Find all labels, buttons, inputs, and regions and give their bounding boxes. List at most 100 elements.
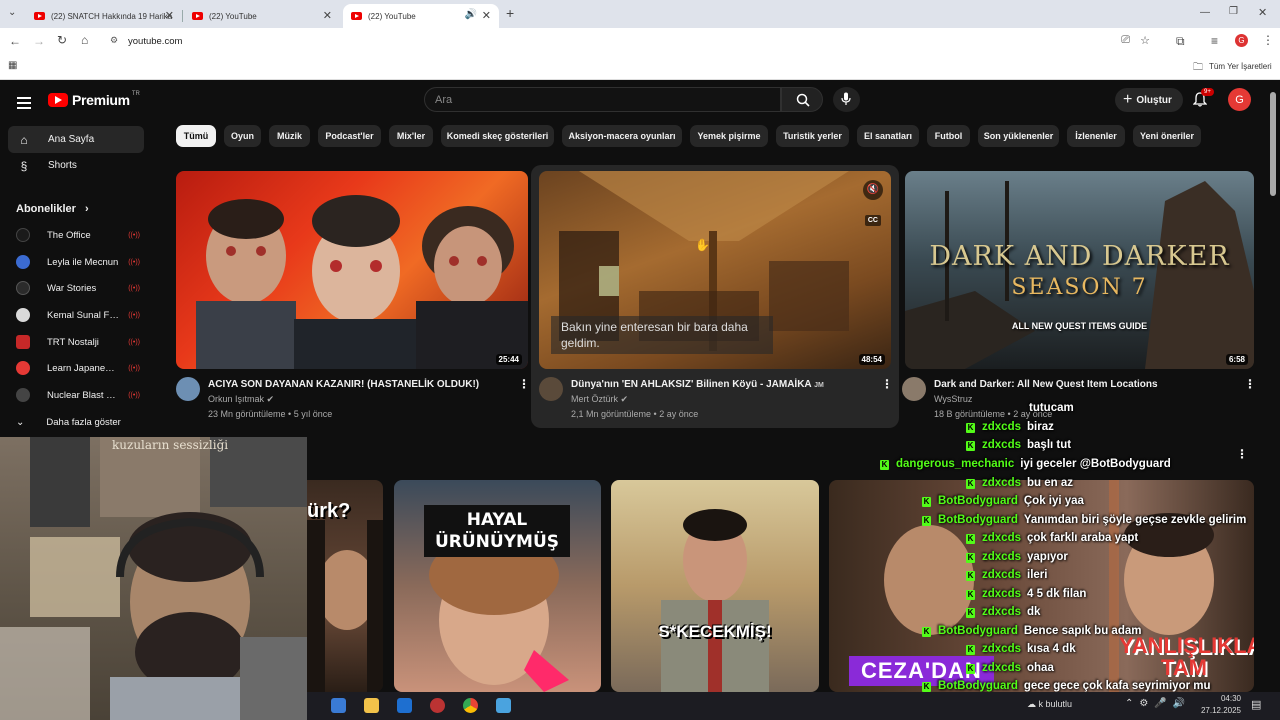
cast-icon[interactable]: ⎚ <box>1121 34 1130 47</box>
notification-center-icon[interactable]: ▤ <box>1251 698 1261 711</box>
mute-toggle-icon[interactable]: 🔇 <box>863 180 883 200</box>
video-thumbnail[interactable]: 25:44 <box>176 171 528 369</box>
tab-search-chevron-icon[interactable]: ⌄ <box>8 7 16 18</box>
close-tab-icon[interactable]: ✕ <box>165 9 174 22</box>
chip-action-adventure-games[interactable]: Aksiyon-macera oyunları <box>562 125 682 147</box>
search-icon <box>796 93 810 107</box>
browser-tab-2[interactable]: (22) YouTube ✕ <box>184 4 340 28</box>
reload-icon[interactable]: ↻ <box>57 33 67 47</box>
home-icon[interactable]: ⌂ <box>81 33 88 47</box>
chip-football[interactable]: Futbol <box>927 125 970 147</box>
all-bookmarks-link[interactable]: Tüm Yer İşaretleri <box>1209 62 1272 71</box>
closed-captions-button[interactable]: CC <box>864 215 881 226</box>
search-input[interactable] <box>425 88 780 111</box>
browser-tab-1[interactable]: (22) SNATCH Hakkında 19 Harika ✕ <box>26 4 183 28</box>
video-channel[interactable]: Orkun Işıtmak ✔ <box>208 394 274 405</box>
menu-hamburger-icon[interactable] <box>17 94 31 112</box>
sidebar-subscription-war-stories[interactable]: War Stories ((•)) <box>16 277 148 299</box>
chip-recently-uploaded[interactable]: Son yüklenenler <box>978 125 1059 147</box>
notifications-button[interactable]: 9+ <box>1192 88 1214 112</box>
chip-comedy-sketches[interactable]: Komedi skeç gösterileri <box>441 125 554 147</box>
search-button[interactable] <box>781 87 823 112</box>
outlook-app-icon[interactable] <box>397 698 412 713</box>
poster-text: kuzuların sessizliği <box>112 438 229 452</box>
chip-cooking[interactable]: Yemek pişirme <box>690 125 768 147</box>
short-thumbnail[interactable]: S*KECEKMİŞ! <box>611 480 819 692</box>
channel-avatar[interactable] <box>539 377 563 401</box>
browser-tab-3-active[interactable]: (22) YouTube 🔊 ✕ <box>343 4 499 28</box>
address-bar[interactable]: ⚙ youtube.com ⎚ ☆ <box>100 31 1160 53</box>
close-window-icon[interactable]: ✕ <box>1258 6 1267 19</box>
shorts-more-actions-icon[interactable]: ⋮ <box>1236 447 1248 461</box>
site-info-icon[interactable]: ⚙ <box>110 35 118 46</box>
voice-search-button[interactable] <box>833 87 860 112</box>
channel-avatar[interactable] <box>902 377 926 401</box>
sidebar-show-more[interactable]: ⌄ Daha fazla göster <box>16 411 148 433</box>
close-tab-icon[interactable]: ✕ <box>482 9 491 22</box>
video-title[interactable]: ACIYA SON DAYANAN KAZANIR! (HASTANELİK O… <box>208 379 479 390</box>
extensions-icon[interactable]: ⧉ <box>1176 34 1185 49</box>
file-explorer-icon[interactable] <box>364 698 379 713</box>
store-app-icon[interactable] <box>331 698 346 713</box>
restore-icon[interactable]: ❐ <box>1229 6 1238 17</box>
sidebar-subscription-leyla-ile-mecnun[interactable]: Leyla ile Mecnun ((•)) <box>16 251 148 273</box>
more-actions-icon[interactable]: ⋮ <box>518 377 530 391</box>
sidebar-subscription-trt-nostalji[interactable]: TRT Nostalji ((•)) <box>16 331 148 353</box>
chip-podcasts[interactable]: Podcast'ler <box>318 125 381 147</box>
clock-time[interactable]: 04:30 <box>1215 694 1241 703</box>
apps-grid-icon[interactable]: ▦ <box>8 60 17 71</box>
page-scrollbar-thumb[interactable] <box>1270 92 1276 196</box>
chip-crafts[interactable]: El sanatları <box>857 125 919 147</box>
chip-new-to-you[interactable]: Yeni öneriler <box>1133 125 1201 147</box>
more-actions-icon[interactable]: ⋮ <box>1244 377 1256 391</box>
clock-date[interactable]: 27.12.2025 <box>1195 706 1241 715</box>
streamer-webcam: kuzuların sessizliği <box>0 437 307 720</box>
video-thumbnail[interactable]: DARK AND DARKER SEASON 7 ALL NEW QUEST I… <box>905 171 1254 369</box>
more-actions-icon[interactable]: ⋮ <box>881 377 893 391</box>
video-title[interactable]: Dünya'nın 'EN AHLAKSIZ' Bilinen Köyü - J… <box>571 379 824 390</box>
chip-tourist-places[interactable]: Turistik yerler <box>776 125 849 147</box>
chat-message: Kzdxcds bu en az <box>966 477 1073 489</box>
weather-widget[interactable]: ☁ k bulutlu <box>1027 699 1072 710</box>
sidebar-subscription-nuclear-blast[interactable]: Nuclear Blast Re... ((•)) <box>16 384 148 406</box>
sidebar-item-home[interactable]: ⌂ Ana Sayfa <box>8 126 144 153</box>
chip-music[interactable]: Müzik <box>269 125 310 147</box>
sidebar-subscription-learn-japanese[interactable]: Learn Japanese ... ((•)) <box>16 357 148 379</box>
subscriptions-heading[interactable]: Abonelikler › <box>16 203 89 215</box>
sidebar-subscription-the-office[interactable]: The Office ((•)) <box>16 224 148 246</box>
obs-app-icon[interactable] <box>430 698 445 713</box>
chip-mixes[interactable]: Mix'ler <box>389 125 433 147</box>
sidebar-item-shorts[interactable]: § Shorts <box>8 152 144 179</box>
chip-gaming[interactable]: Oyun <box>224 125 261 147</box>
video-preview-player[interactable]: Bakın yine enteresan bir bara daha geldi… <box>539 171 891 369</box>
video-channel[interactable]: Mert Öztürk ✔ <box>571 394 628 405</box>
bookmark-star-icon[interactable]: ☆ <box>1140 34 1150 47</box>
audio-playing-icon[interactable]: 🔊 <box>465 9 477 20</box>
create-button[interactable]: + Oluştur <box>1115 88 1183 112</box>
youtube-logo[interactable]: Premium TR <box>48 91 140 108</box>
sidebar-subscription-kemal-sunal[interactable]: Kemal Sunal Fil... ((•)) <box>16 304 148 326</box>
profile-avatar-icon[interactable]: G <box>1235 34 1248 47</box>
reading-list-icon[interactable]: ≡ <box>1211 34 1218 48</box>
search-box[interactable] <box>424 87 781 112</box>
short-thumbnail[interactable]: HAYAL ÜRÜNÜYMÜŞ <box>394 480 601 692</box>
close-tab-icon[interactable]: ✕ <box>323 9 332 22</box>
system-tray-icons[interactable]: ⌃⚙🎤🔊 <box>1125 698 1191 709</box>
new-tab-icon[interactable]: + <box>506 5 514 21</box>
short-thumbnail[interactable]: ürk? <box>307 480 383 692</box>
video-title[interactable]: Dark and Darker: All New Quest Item Loca… <box>934 379 1158 390</box>
chip-all[interactable]: Tümü <box>176 125 216 147</box>
chrome-app-icon[interactable] <box>463 698 478 713</box>
channel-avatar[interactable] <box>176 377 200 401</box>
video-channel[interactable]: WysStruz <box>934 394 972 404</box>
short-thumbnail[interactable]: CEZA'DAN YANLIŞLIKLA TAM <box>829 480 1254 692</box>
minimize-icon[interactable]: — <box>1200 7 1210 18</box>
chrome-menu-icon[interactable]: ⋮ <box>1262 33 1274 47</box>
account-avatar[interactable]: G <box>1228 88 1251 111</box>
forward-icon[interactable]: → <box>33 34 45 48</box>
live-indicator-icon: ((•)) <box>128 311 140 319</box>
app-icon[interactable] <box>496 698 511 713</box>
chip-watched[interactable]: İzlenenler <box>1067 125 1125 147</box>
channel-avatar <box>16 388 30 402</box>
back-icon[interactable]: ← <box>9 34 21 48</box>
